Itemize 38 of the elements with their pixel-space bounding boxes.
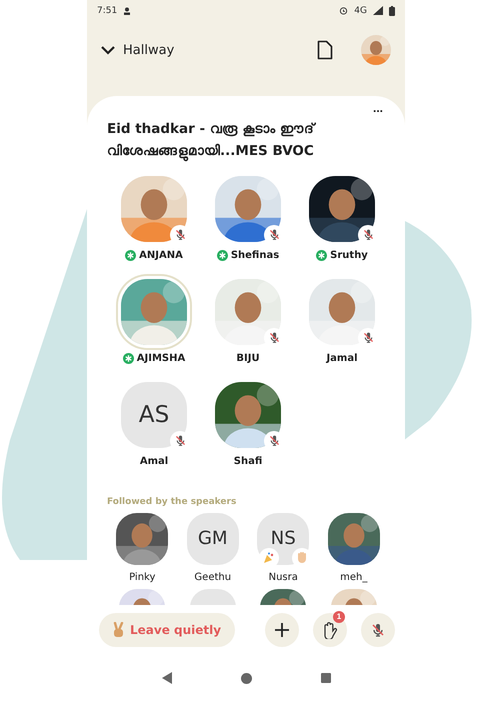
listener-name: Geethu: [194, 572, 232, 583]
hand-icon: [322, 620, 338, 639]
speaker-name: Jamal: [326, 352, 358, 364]
speaker-name: BIJU: [236, 352, 260, 364]
room-title: Eid thadkar - വരൂ കൂടാം ഈദ് വിശേഷങ്ങളുമായി...MES BVOC: [107, 118, 382, 162]
status-time: 7:51: [97, 6, 118, 16]
more-menu[interactable]: ...: [372, 104, 383, 112]
speaker-name: Shefinas: [230, 250, 280, 261]
listener-name: meh_: [340, 572, 368, 583]
notification-count: 1: [333, 610, 345, 623]
add-button[interactable]: [265, 612, 299, 647]
speaker-name: Sruthy: [330, 250, 368, 261]
signal-icon: [373, 6, 383, 16]
listener-name: Pinky: [129, 572, 156, 583]
alarm-icon: [339, 6, 348, 16]
speaker-name: Amal: [140, 456, 168, 467]
avatar-initials: NS: [270, 528, 296, 550]
avatar-initials: GM: [198, 528, 228, 550]
battery-icon: [389, 6, 395, 16]
plus-icon: [274, 622, 290, 638]
back-icon[interactable]: [162, 672, 172, 684]
avatar-initials: AS: [138, 402, 170, 428]
recents-icon[interactable]: [320, 673, 330, 684]
raise-hand-button[interactable]: 1: [313, 612, 347, 647]
home-icon[interactable]: [240, 672, 252, 684]
speaker-name: ANJANA: [139, 250, 183, 261]
person-icon: [123, 6, 132, 15]
collapse-chevron-icon[interactable]: [101, 45, 115, 56]
peace-hand-icon: [113, 622, 125, 638]
listener-name: Nusra: [268, 572, 298, 583]
network-type: 4G: [354, 6, 367, 16]
section-heading: Followed by the speakers: [107, 496, 238, 507]
mic-toggle-button[interactable]: [361, 612, 395, 647]
hallway-title: Hallway: [123, 42, 174, 58]
document-icon[interactable]: [317, 40, 333, 60]
speaker-name: Shafi: [234, 456, 262, 467]
leave-quietly-button[interactable]: Leave quietly: [99, 612, 236, 647]
speaker-name: AJIMSHA: [136, 352, 186, 364]
